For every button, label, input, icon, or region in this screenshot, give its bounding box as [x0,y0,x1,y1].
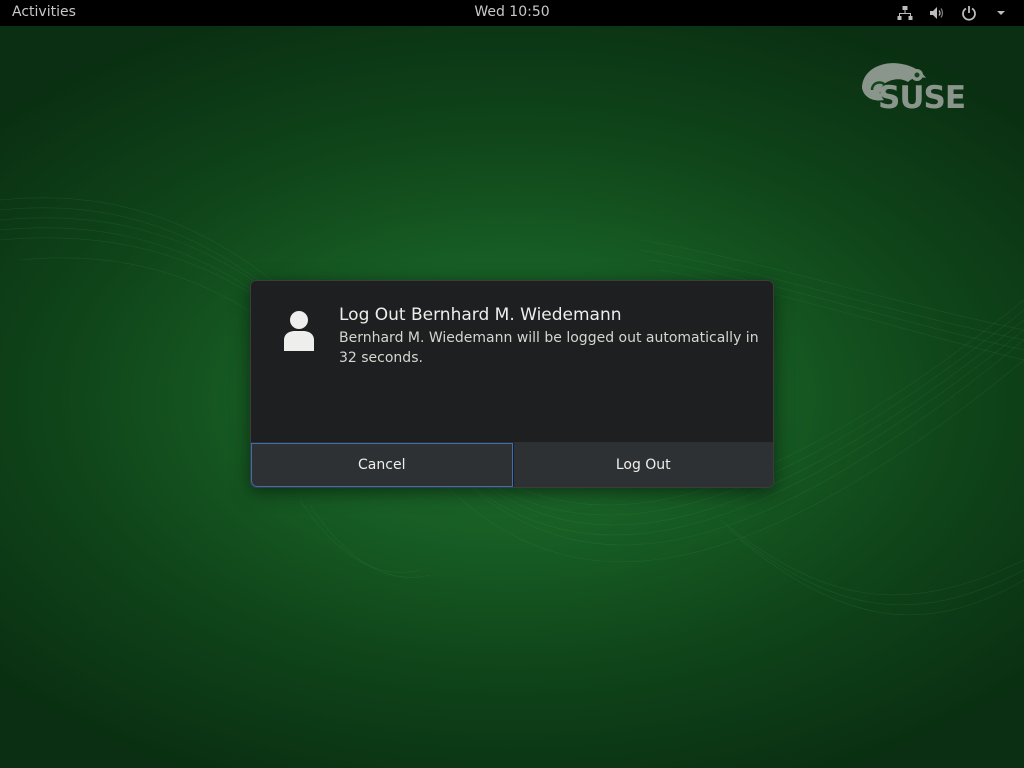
dialog-button-bar: Cancel Log Out [251,442,773,487]
user-avatar-icon [284,311,314,351]
clock[interactable]: Wed 10:50 [0,4,1024,20]
dialog-message: Bernhard M. Wiedemann will be logged out… [339,330,759,366]
dialog-title: Log Out Bernhard M. Wiedemann [339,305,622,325]
top-bar: Activities Wed 10:50 [0,0,1024,26]
volume-icon [928,4,946,22]
logout-dialog: Log Out Bernhard M. Wiedemann Bernhard M… [250,280,774,488]
suse-logo: SUSE [858,58,982,120]
log-out-button[interactable]: Log Out [512,443,773,487]
network-icon [896,4,914,22]
cancel-button[interactable]: Cancel [251,443,513,487]
desktop: Activities Wed 10:50 SUSE Log Out Bernha… [0,0,1024,768]
suse-logo-text: SUSE [878,80,966,116]
chevron-down-icon [992,4,1010,22]
system-status-area[interactable] [896,4,1010,22]
power-icon [960,4,978,22]
